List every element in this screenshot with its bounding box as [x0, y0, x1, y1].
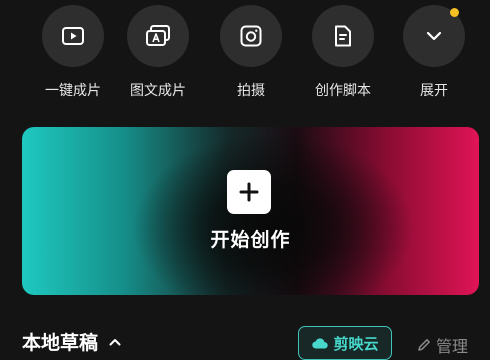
local-drafts-header[interactable]: 本地草稿: [22, 330, 122, 356]
manage-button[interactable]: 管理: [416, 332, 468, 358]
notification-dot: [450, 8, 459, 17]
text-to-video-circle: [127, 5, 189, 67]
camera-circle: [220, 5, 282, 67]
edit-pencil-icon: [418, 339, 430, 351]
cloud-icon: [312, 338, 329, 349]
chevron-down-icon: [426, 31, 442, 41]
script-button[interactable]: 创作脚本: [303, 5, 383, 105]
text-to-video-button[interactable]: 图文成片: [118, 5, 198, 105]
quick-tools-bar: 一键成片 图文成片 拍摄 创作脚本 展开: [0, 0, 490, 110]
chevron-up-icon: [108, 330, 122, 356]
start-creation-label: 开始创作: [210, 229, 291, 251]
one-click-video-label: 一键成片: [45, 83, 101, 99]
script-document-icon: [335, 25, 351, 47]
text-to-video-label: 图文成片: [130, 83, 186, 99]
manage-label: 管理: [436, 337, 469, 356]
plus-icon: [239, 182, 259, 202]
script-label: 创作脚本: [315, 83, 371, 99]
one-click-video-circle: [42, 5, 104, 67]
plus-button-box: [227, 170, 271, 214]
local-drafts-title: 本地草稿: [22, 332, 99, 354]
camera-icon: [240, 25, 262, 47]
cloud-button-label: 剪映云: [333, 334, 379, 353]
play-video-icon: [62, 27, 84, 45]
camera-button[interactable]: 拍摄: [211, 5, 291, 105]
script-circle: [312, 5, 374, 67]
expand-button[interactable]: 展开: [394, 5, 474, 105]
one-click-video-button[interactable]: 一键成片: [33, 5, 113, 105]
camera-label: 拍摄: [237, 83, 265, 99]
text-to-video-icon: [146, 25, 170, 46]
expand-label: 展开: [420, 83, 448, 99]
start-creation-card[interactable]: 开始创作: [22, 127, 479, 295]
